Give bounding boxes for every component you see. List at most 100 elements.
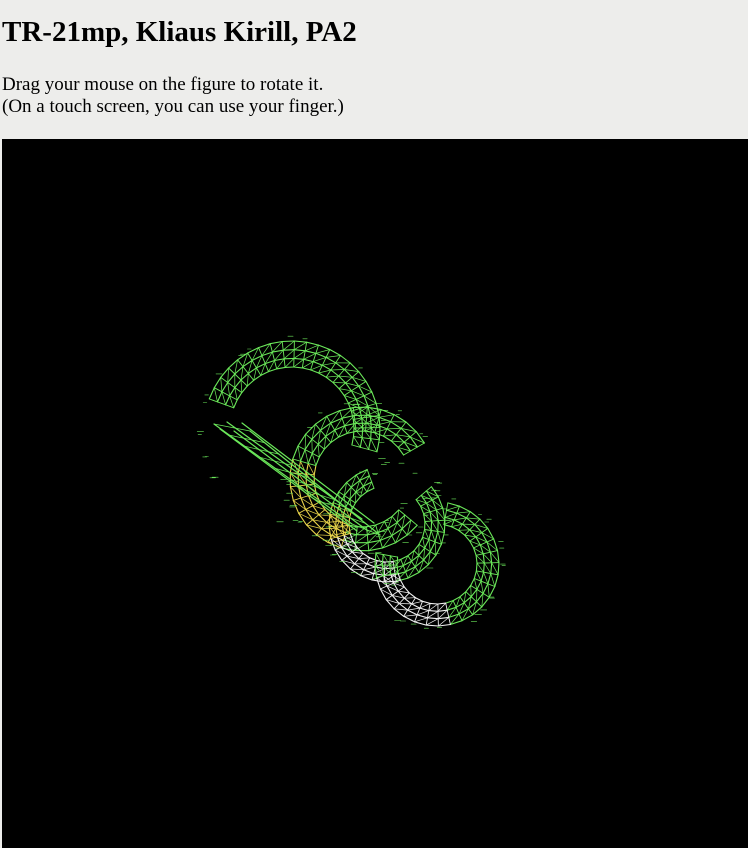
wireframe-edge — [437, 530, 445, 533]
wireframe-edge — [469, 536, 477, 542]
wireframe-edge — [315, 349, 331, 354]
wireframe-edge — [352, 407, 355, 416]
wireframe-edge — [381, 553, 384, 566]
wireframe-edge — [358, 558, 368, 565]
wireframe-edge — [483, 562, 492, 574]
wireframe-edge — [390, 440, 399, 448]
wireframe-edge — [247, 373, 255, 381]
wireframe-edge — [293, 350, 306, 359]
wireframe-edge — [413, 550, 420, 556]
wireframe-edge — [407, 555, 412, 562]
wireframe-edge — [410, 446, 418, 452]
wireframe-edge — [335, 355, 341, 364]
wireframe-edge — [355, 534, 357, 544]
wireframe-edge — [363, 566, 376, 571]
wireframe-edge — [480, 571, 485, 582]
wireframe-edge — [281, 340, 295, 343]
wireframe-edge — [437, 520, 445, 533]
wireframe-edge — [414, 566, 420, 573]
wireframe-edge — [292, 445, 299, 460]
wireframe-edge — [425, 617, 428, 626]
wireframe-edge — [313, 465, 317, 476]
wireframe-edge — [350, 486, 357, 493]
wireframe-edge — [379, 585, 388, 590]
wireframe-edge — [494, 574, 499, 588]
wireframe-edge — [431, 520, 439, 522]
wireframe-edge — [326, 521, 340, 523]
wireframe-edge — [394, 574, 397, 582]
wireframe-edge — [461, 523, 471, 531]
wireframe-edge — [213, 387, 218, 403]
wireframe-edge — [402, 565, 407, 573]
wireframe-edge — [474, 518, 481, 525]
wireframe-edge — [424, 521, 432, 531]
wireframe-edge — [318, 448, 325, 458]
wireframe-edge — [354, 496, 362, 504]
wireframe-edge — [490, 573, 496, 587]
wireframe-edge — [453, 517, 467, 521]
wireframe-edge — [293, 357, 305, 360]
wireframe-edge — [408, 592, 417, 599]
wireframe-edge — [426, 617, 439, 620]
wireframe-edge — [463, 602, 469, 610]
wireframe-edge — [382, 435, 392, 442]
wireframe-edge — [336, 534, 345, 538]
wireframe-edge — [283, 358, 286, 368]
wireframe-edge — [476, 580, 482, 590]
wireframe-edge — [293, 341, 307, 351]
instruction-line-touch: (On a touch screen, you can use your fin… — [2, 96, 344, 117]
wireframe-edge — [343, 390, 352, 396]
wireframe-edge — [370, 438, 380, 441]
wireframe-edge — [429, 602, 439, 605]
wireframe-edge — [465, 584, 472, 593]
wireframe-edge — [470, 585, 472, 598]
wireframe-edge — [350, 568, 364, 571]
wireframe-edge — [351, 436, 355, 446]
instructions: Drag your mouse on the figure to rotate … — [2, 74, 344, 118]
wireframe-edge — [475, 532, 483, 538]
wireframe-edge — [473, 544, 481, 549]
wireframe-edge — [423, 511, 431, 515]
wireframe-edge — [420, 502, 427, 507]
wireframe-edge — [446, 609, 450, 618]
wireframe-edge — [258, 347, 263, 357]
wireframe-edge — [306, 519, 314, 526]
wireframe-edge — [358, 553, 364, 560]
wireframe-edge — [390, 440, 405, 443]
wireframe-edge — [404, 514, 412, 521]
wireframe-edge — [385, 594, 393, 601]
webgl-canvas[interactable] — [2, 139, 748, 848]
wireframe-edge — [411, 560, 416, 568]
wireframe-edge — [354, 563, 365, 571]
wireframe-edge — [339, 354, 351, 364]
wireframe-edge — [491, 562, 499, 576]
wireframe-edge — [351, 371, 360, 378]
wireframe-edge — [415, 494, 422, 501]
wireframe-edge — [353, 415, 356, 424]
wireframe-edge — [347, 398, 357, 404]
wireframe-edge — [426, 499, 433, 504]
wireframe-edge — [350, 385, 360, 392]
wireframe-edge — [476, 601, 483, 608]
wireframe-edge — [334, 546, 342, 551]
wireframe-edge — [293, 340, 308, 343]
wireframe-edge — [379, 539, 383, 549]
wireframe-edge — [251, 360, 257, 369]
rotating-figure[interactable] — [2, 139, 748, 848]
wireframe-edge — [422, 528, 426, 538]
wireframe-edge — [361, 427, 364, 439]
wireframe-edge — [482, 592, 490, 598]
wireframe-edge — [355, 474, 361, 481]
wireframe-edge — [418, 536, 424, 545]
wireframe-edge — [305, 505, 314, 510]
wireframe-edge — [341, 555, 348, 561]
wireframe-edge — [317, 443, 325, 450]
wireframe-edge — [403, 609, 409, 617]
wireframe-edge — [420, 490, 427, 496]
wireframe-edge — [237, 359, 244, 368]
wireframe-edge — [332, 502, 340, 506]
wireframe-edge — [425, 624, 439, 627]
wireframe-edge — [300, 495, 309, 499]
wireframe-edge — [359, 480, 364, 487]
wireframe-edge — [332, 381, 340, 390]
